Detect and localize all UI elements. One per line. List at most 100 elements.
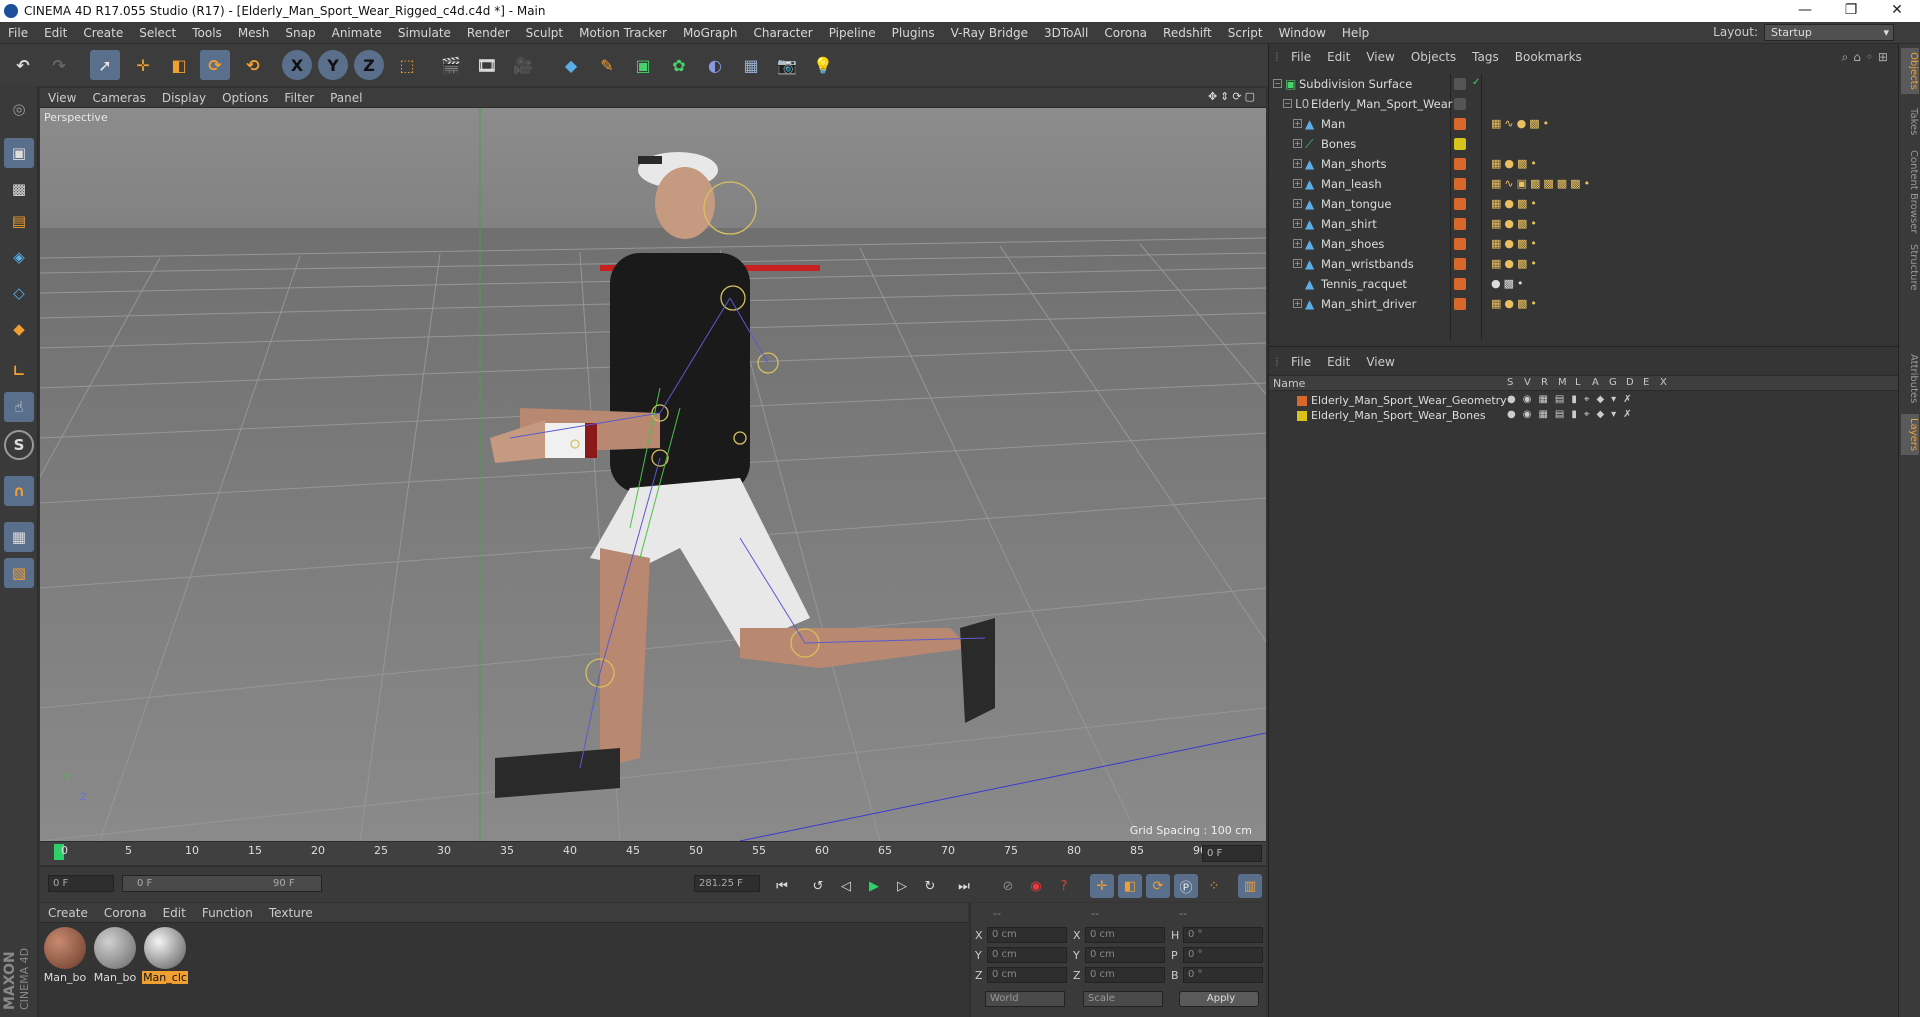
edges-mode-icon[interactable]: ◇ (4, 278, 34, 308)
z-axis-lock-button[interactable]: Z (354, 50, 384, 80)
object-row-man-tongue[interactable]: + ▲ Man_tongue ▦●▩• (1269, 194, 1899, 214)
position-y-field[interactable]: 0 cm (987, 947, 1067, 963)
collapse-icon[interactable]: − (1283, 99, 1292, 108)
layer-toggle-icons[interactable]: ●◉▦▤▮⌖◆▾✗ (1507, 409, 1639, 420)
magnet-icon[interactable]: ∩ (4, 476, 34, 506)
column-generators[interactable]: G (1609, 377, 1617, 388)
viewport-menu-display[interactable]: Display (154, 91, 214, 105)
menu-sculpt[interactable]: Sculpt (518, 26, 571, 40)
column-expressions[interactable]: E (1643, 377, 1649, 388)
polygons-mode-icon[interactable]: ◆ (4, 314, 34, 344)
render-picture-viewer-icon[interactable]: 🎞 (472, 50, 502, 80)
key-parameter-icon[interactable]: Ⓟ (1174, 874, 1198, 898)
objects-menu-file[interactable]: File (1283, 50, 1319, 64)
material-menu-texture[interactable]: Texture (261, 906, 321, 920)
objects-menu-edit[interactable]: Edit (1319, 50, 1358, 64)
layer-toggle-icons[interactable]: ●◉▦▤▮⌖◆▾✗ (1507, 394, 1639, 405)
keyframe-selection-icon[interactable]: ? (1052, 874, 1076, 898)
object-tags[interactable]: ●▩• (1491, 277, 1526, 290)
rotation-p-field[interactable]: 0 ° (1183, 947, 1263, 963)
locked-workplane-icon[interactable]: ▦ (4, 522, 34, 552)
move-icon[interactable]: ✛ (128, 50, 158, 80)
objects-menu-view[interactable]: View (1358, 50, 1402, 64)
go-to-end-icon[interactable]: ⏭ (952, 874, 976, 898)
material-item[interactable]: Man_bo (92, 927, 138, 984)
size-y-field[interactable]: 0 cm (1085, 947, 1165, 963)
layer-color-swatch[interactable] (1297, 396, 1307, 406)
viewport-nav-icons[interactable]: ✥⇕⟳▢ (1208, 90, 1258, 103)
key-position-icon[interactable]: ✛ (1090, 874, 1114, 898)
tweak-mode-icon[interactable]: ☝ (4, 392, 34, 422)
workplane-mode-icon[interactable]: ▤ (4, 206, 34, 236)
points-mode-icon[interactable]: ◈ (4, 242, 34, 272)
object-tags[interactable]: ▦●▩• (1491, 157, 1540, 170)
model-mode-icon[interactable]: ▣ (4, 138, 34, 168)
layer-row-bones[interactable]: Elderly_Man_Sport_Wear_Bones ●◉▦▤▮⌖◆▾✗ (1269, 408, 1899, 424)
object-row-man-wristbands[interactable]: + ▲ Man_wristbands ▦●▩• (1269, 254, 1899, 274)
material-menu-function[interactable]: Function (194, 906, 261, 920)
scale-icon[interactable]: ◧ (164, 50, 194, 80)
menu-window[interactable]: Window (1271, 26, 1334, 40)
menu-mesh[interactable]: Mesh (230, 26, 278, 40)
redo-icon[interactable]: ↷ (44, 50, 74, 80)
object-row-man-shorts[interactable]: + ▲ Man_shorts ▦●▩• (1269, 154, 1899, 174)
previous-key-icon[interactable]: ↺ (806, 874, 830, 898)
object-row-tennis-racquet[interactable]: ▲ Tennis_racquet ●▩• (1269, 274, 1899, 294)
object-tags[interactable]: ▦●▩• (1491, 257, 1540, 270)
search-icon[interactable]: ⌕⌂◦⊞ (1842, 50, 1893, 65)
restore-icon[interactable]: ❐ (1828, 0, 1874, 22)
material-item[interactable]: Man_bo (42, 927, 88, 984)
cube-object-icon[interactable]: ◆ (556, 50, 586, 80)
camera-icon[interactable]: 📷 (772, 50, 802, 80)
deformer-icon[interactable]: ◐ (700, 50, 730, 80)
texture-mode-icon[interactable]: ▩ (4, 174, 34, 204)
key-scale-icon[interactable]: ◧ (1118, 874, 1142, 898)
object-tags[interactable]: ▦∿▣▩▩▩▩• (1491, 177, 1593, 190)
object-row-bones[interactable]: + ⟋ Bones (1269, 134, 1899, 154)
menu-tools[interactable]: Tools (184, 26, 230, 40)
frame-range-slider[interactable]: 0 F 90 F (122, 875, 322, 892)
object-row-man-leash[interactable]: + ▲ Man_leash ▦∿▣▩▩▩▩• (1269, 174, 1899, 194)
play-icon[interactable]: ▶ (862, 874, 886, 898)
frame-ruler[interactable]: 0 5 10 15 20 25 30 35 40 45 50 55 60 65 … (54, 842, 1234, 862)
object-tags[interactable]: ▦∿●▩• (1491, 117, 1552, 130)
column-view[interactable]: V (1524, 377, 1531, 388)
subdivision-surface-icon[interactable]: ▣ (628, 50, 658, 80)
menu-mograph[interactable]: MoGraph (675, 26, 746, 40)
column-manager[interactable]: M (1558, 377, 1567, 388)
menu-vray-bridge[interactable]: V-Ray Bridge (943, 26, 1036, 40)
make-editable-icon[interactable]: ◎ (4, 94, 34, 124)
expand-icon[interactable]: + (1293, 119, 1302, 128)
column-render[interactable]: R (1541, 377, 1548, 388)
object-tags[interactable]: ▦●▩• (1491, 217, 1540, 230)
next-key-icon[interactable]: ↻ (918, 874, 942, 898)
menu-plugins[interactable]: Plugins (884, 26, 943, 40)
material-menu-edit[interactable]: Edit (155, 906, 194, 920)
objects-menu-objects[interactable]: Objects (1403, 50, 1464, 64)
objects-menu-tags[interactable]: Tags (1464, 50, 1507, 64)
record-keys-icon[interactable]: ⊘ (996, 874, 1020, 898)
expand-icon[interactable]: + (1293, 139, 1302, 148)
key-pla-icon[interactable]: ⁘ (1202, 874, 1226, 898)
y-axis-lock-button[interactable]: Y (318, 50, 348, 80)
viewport-menu-cameras[interactable]: Cameras (84, 91, 153, 105)
render-settings-icon[interactable]: 🎥 (508, 50, 538, 80)
panel-grip-icon[interactable]: ⁞ (1269, 50, 1283, 64)
menu-select[interactable]: Select (131, 26, 184, 40)
object-row-man-shirt[interactable]: + ▲ Man_shirt ▦●▩• (1269, 214, 1899, 234)
snap-icon[interactable]: S (4, 430, 34, 460)
collapse-icon[interactable]: − (1273, 79, 1282, 88)
menu-edit[interactable]: Edit (36, 26, 75, 40)
position-x-field[interactable]: 0 cm (987, 927, 1067, 943)
coordinate-space-select[interactable]: World (985, 991, 1065, 1007)
coordinate-system-icon[interactable]: ⬚ (392, 50, 422, 80)
menu-render[interactable]: Render (459, 26, 518, 40)
object-row-man[interactable]: + ▲ Man ▦∿●▩• (1269, 114, 1899, 134)
expand-icon[interactable]: + (1293, 219, 1302, 228)
planar-workplane-icon[interactable]: ▧ (4, 558, 34, 588)
objects-menu-bookmarks[interactable]: Bookmarks (1507, 50, 1590, 64)
tab-layers[interactable]: Layers (1901, 414, 1919, 456)
menu-create[interactable]: Create (75, 26, 131, 40)
previous-frame-icon[interactable]: ◁ (834, 874, 858, 898)
tab-takes[interactable]: Takes (1901, 104, 1919, 139)
